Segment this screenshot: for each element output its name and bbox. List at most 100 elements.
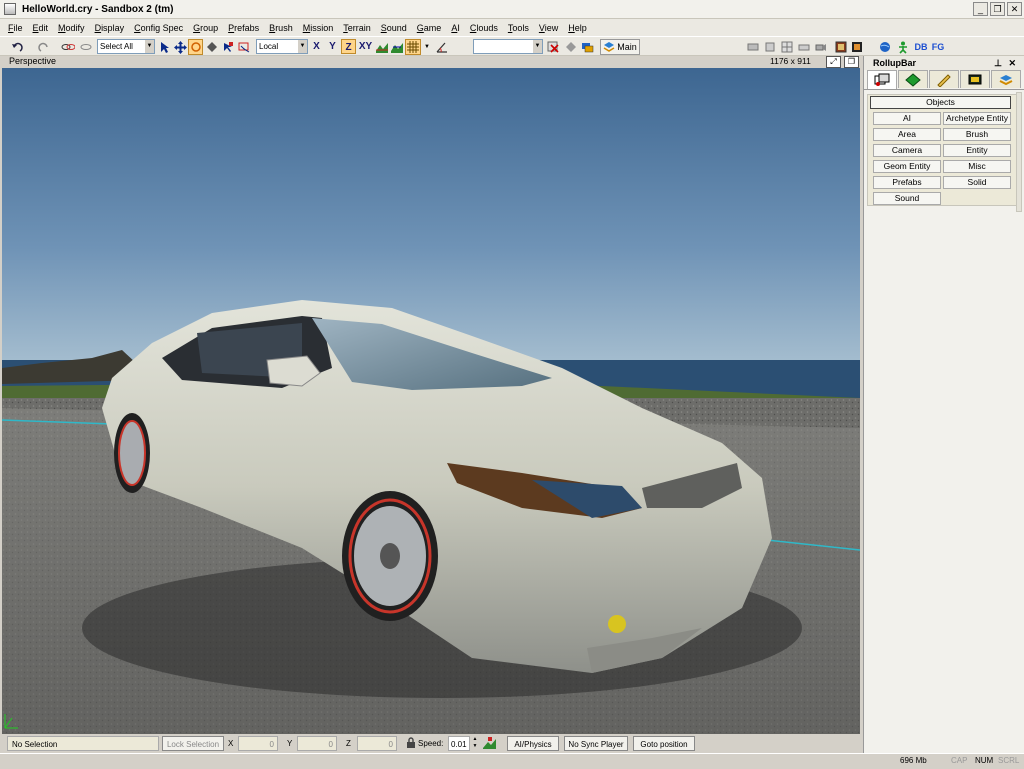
tag-location-combo[interactable]: ▼ bbox=[473, 39, 543, 54]
rollup-header: RollupBar ⊥ ✕ bbox=[864, 56, 1024, 70]
title-bar: HelloWorld.cry - Sandbox 2 (tm) _ ❐ ✕ bbox=[0, 0, 1024, 19]
object-type-sound[interactable]: Sound bbox=[873, 192, 941, 205]
rotate-icon[interactable] bbox=[188, 39, 203, 55]
rollup-tabs bbox=[864, 70, 1024, 90]
tab-objects[interactable] bbox=[867, 70, 897, 89]
redo-icon[interactable] bbox=[33, 39, 53, 55]
menu-ai[interactable]: AI bbox=[446, 23, 465, 33]
angle-snap-icon[interactable] bbox=[435, 39, 449, 55]
axis-z-button[interactable]: Z bbox=[341, 39, 356, 54]
camera-icon[interactable] bbox=[814, 39, 828, 55]
rollup-scrollbar[interactable] bbox=[1016, 92, 1022, 212]
object-type-archetype-entity[interactable]: Archetype Entity bbox=[943, 112, 1011, 125]
minimize-button[interactable]: _ bbox=[973, 2, 988, 16]
tab-modeling[interactable] bbox=[929, 70, 959, 88]
close-rollup-icon[interactable]: ✕ bbox=[1008, 56, 1016, 70]
view-align-2-icon[interactable] bbox=[763, 39, 777, 55]
speed-input[interactable]: 0.01 bbox=[448, 736, 470, 751]
menu-clouds[interactable]: Clouds bbox=[465, 23, 503, 33]
restore-button[interactable]: ❐ bbox=[990, 2, 1005, 16]
tab-layers[interactable] bbox=[991, 70, 1021, 88]
move-icon[interactable] bbox=[173, 39, 187, 55]
terrain-follow-icon[interactable] bbox=[483, 736, 499, 751]
globe-icon[interactable] bbox=[878, 39, 892, 55]
object-type-entity[interactable]: Entity bbox=[943, 144, 1011, 157]
layer-selector[interactable]: Main bbox=[600, 39, 640, 55]
sync-player-button[interactable]: No Sync Player bbox=[564, 736, 628, 751]
menu-modify[interactable]: Modify bbox=[53, 23, 90, 33]
ai-physics-button[interactable]: AI/Physics bbox=[507, 736, 559, 751]
objects-header-button[interactable]: Objects bbox=[870, 96, 1011, 109]
unlink-icon[interactable] bbox=[78, 39, 94, 55]
menu-mission[interactable]: Mission bbox=[298, 23, 339, 33]
delete-icon[interactable] bbox=[546, 39, 560, 55]
app-icon bbox=[4, 3, 16, 15]
view-align-icon[interactable] bbox=[746, 39, 760, 55]
pencil-icon bbox=[937, 73, 951, 87]
database-button[interactable]: DB bbox=[913, 39, 929, 55]
link-icon[interactable] bbox=[60, 39, 76, 55]
tab-terrain[interactable] bbox=[898, 70, 928, 88]
menu-prefabs[interactable]: Prefabs bbox=[223, 23, 264, 33]
axis-x-button[interactable]: X bbox=[309, 39, 324, 54]
texture-icon[interactable] bbox=[834, 39, 848, 55]
menu-tools[interactable]: Tools bbox=[503, 23, 534, 33]
object-type-geom-entity[interactable]: Geom Entity bbox=[873, 160, 941, 173]
chevron-down-icon[interactable]: ▼ bbox=[422, 39, 432, 55]
menu-brush[interactable]: Brush bbox=[264, 23, 298, 33]
menu-view[interactable]: View bbox=[534, 23, 563, 33]
axis-y-button[interactable]: Y bbox=[325, 39, 340, 54]
perspective-viewport[interactable] bbox=[2, 68, 860, 734]
tab-display[interactable] bbox=[960, 70, 990, 88]
select-object-icon[interactable] bbox=[221, 39, 235, 55]
object-type-misc[interactable]: Misc bbox=[943, 160, 1011, 173]
menu-edit[interactable]: Edit bbox=[28, 23, 54, 33]
speed-spinner[interactable]: ▲ ▼ bbox=[471, 736, 479, 751]
viewport-name[interactable]: Perspective bbox=[9, 56, 56, 66]
menu-help[interactable]: Help bbox=[563, 23, 592, 33]
object-type-solid[interactable]: Solid bbox=[943, 176, 1011, 189]
maximize-viewport-icon[interactable]: ⤢ bbox=[826, 56, 841, 68]
terrain-snap-icon[interactable] bbox=[375, 39, 389, 55]
close-button[interactable]: ✕ bbox=[1007, 2, 1022, 16]
num-lock-indicator: NUM bbox=[975, 756, 994, 765]
physics-icon[interactable] bbox=[797, 39, 811, 55]
lock-selection-button[interactable]: Lock Selection bbox=[162, 736, 224, 751]
flowgraph-button[interactable]: FG bbox=[930, 39, 946, 55]
goto-selection-icon[interactable] bbox=[564, 39, 578, 55]
select-arrow-icon[interactable] bbox=[158, 39, 172, 55]
menu-game[interactable]: Game bbox=[412, 23, 447, 33]
menu-file[interactable]: File bbox=[3, 23, 28, 33]
axis-xy-button[interactable]: XY bbox=[357, 39, 374, 54]
object-snap-icon[interactable] bbox=[390, 39, 404, 55]
x-coordinate-input[interactable]: 0 bbox=[238, 736, 278, 751]
object-type-prefabs[interactable]: Prefabs bbox=[873, 176, 941, 189]
select-terrain-icon[interactable] bbox=[237, 39, 251, 55]
goto-position-button[interactable]: Goto position bbox=[633, 736, 695, 751]
layers-icon[interactable] bbox=[580, 39, 596, 55]
selection-combo[interactable]: Select All ▼ bbox=[97, 39, 155, 54]
y-coordinate-input[interactable]: 0 bbox=[297, 736, 337, 751]
object-type-camera[interactable]: Camera bbox=[873, 144, 941, 157]
y-label: Y bbox=[287, 739, 293, 748]
lock-icon[interactable] bbox=[406, 736, 416, 751]
menu-terrain[interactable]: Terrain bbox=[338, 23, 376, 33]
film-icon[interactable] bbox=[850, 39, 864, 55]
menu-sound[interactable]: Sound bbox=[376, 23, 412, 33]
menu-config-spec[interactable]: Config Spec bbox=[129, 23, 188, 33]
menu-group[interactable]: Group bbox=[188, 23, 223, 33]
pin-icon[interactable]: ⊥ bbox=[994, 56, 1002, 70]
scene-render bbox=[2, 68, 860, 734]
undo-icon[interactable] bbox=[8, 39, 28, 55]
object-type-area[interactable]: Area bbox=[873, 128, 941, 141]
object-type-brush[interactable]: Brush bbox=[943, 128, 1011, 141]
object-type-ai[interactable]: AI bbox=[873, 112, 941, 125]
menu-display[interactable]: Display bbox=[90, 23, 130, 33]
coord-system-combo[interactable]: Local ▼ bbox=[256, 39, 308, 54]
character-icon[interactable] bbox=[896, 39, 910, 55]
restore-viewport-icon[interactable]: ❐ bbox=[844, 56, 859, 68]
grid-snap-icon[interactable] bbox=[405, 39, 421, 55]
grid-view-icon[interactable] bbox=[780, 39, 794, 55]
z-coordinate-input[interactable]: 0 bbox=[357, 736, 397, 751]
scale-icon[interactable] bbox=[205, 39, 219, 55]
